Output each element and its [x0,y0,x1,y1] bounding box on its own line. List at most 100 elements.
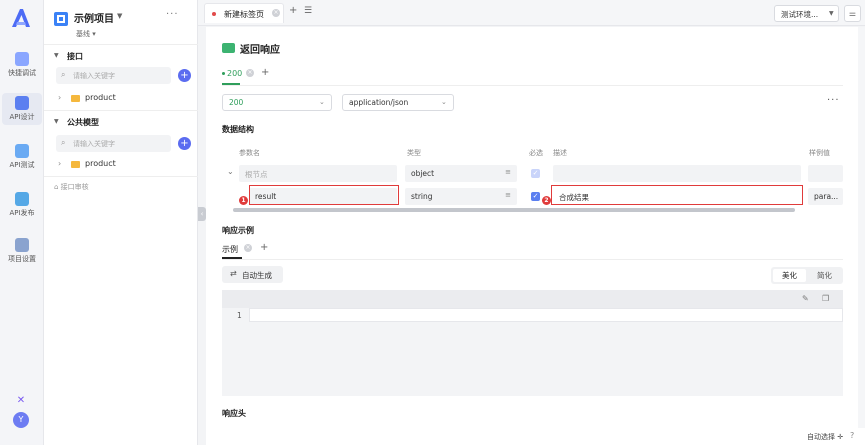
auto-generate-label: 自动生成 [242,271,272,280]
code-editor[interactable]: ✎ ❐ 1 [222,290,843,396]
close-icon[interactable]: × [244,244,252,252]
close-icon[interactable]: × [246,69,254,77]
status-select-value: 200 [229,98,244,107]
rail-api-design[interactable]: API设计 [2,93,42,125]
response-icon [222,43,235,53]
chevron-right-icon[interactable]: › [58,93,61,102]
chevron-down-icon: ⌄ [441,98,447,106]
main-content: 返回响应 200 × + 200 ⌄ application/json ⌄ ··… [206,27,858,445]
line-gutter [222,308,249,396]
divider [44,44,198,45]
collapse-panel-handle[interactable]: ‹ [198,207,206,221]
search-placeholder: 请输入关键字 [73,72,115,80]
chevron-right-icon[interactable]: › [58,159,61,168]
avatar[interactable]: Y [13,412,29,428]
model-search-input[interactable]: ⌕ 请输入关键字 [56,135,171,152]
branch-select[interactable]: 基线 ▾ [76,29,96,39]
param-name-cell[interactable]: 根节点 [239,165,397,182]
add-status-icon[interactable]: + [261,67,269,78]
quick-debug-icon [15,52,29,66]
api-test-icon [15,144,29,158]
app-window: 快捷调试 API设计 API测试 API发布 项目设置 ✕ Y 示例项目 ▼ ·… [0,0,865,445]
rail-project-settings[interactable]: 项目设置 [2,235,42,267]
tab-list-icon[interactable]: ☰ [304,6,312,16]
content-type-select[interactable]: application/json ⌄ [342,94,454,111]
response-header-title: 响应头 [222,409,246,418]
tab-bar: 新建标签页 × + ☰ 测试环境... ▼ ⚌ [198,0,865,26]
rail-api-test[interactable]: API测试 [2,141,42,173]
recycle-label: 接口审核 [60,183,89,191]
search-icon: ⌕ [61,70,66,79]
required-checkbox[interactable]: ✓ [531,169,540,178]
magic-wand-icon[interactable]: ✕ [14,395,28,406]
chevron-down-icon[interactable]: ⌄ [227,167,234,176]
add-example-icon[interactable]: + [260,242,268,253]
rail-label: API测试 [9,161,35,169]
close-icon[interactable]: × [272,9,280,17]
rail-label: API设计 [9,113,35,121]
rail-api-publish[interactable]: API发布 [2,189,42,221]
recycle-bin-link[interactable]: ⌂ 接口审核 [54,182,89,192]
auto-select-button[interactable]: 自动选择 ✛ [807,432,843,442]
divider [222,85,843,86]
more-icon[interactable]: ··· [827,95,840,106]
tab-example[interactable]: 示例 [222,244,238,255]
divider [44,176,198,177]
caret-down-icon[interactable]: ▼ [54,118,59,125]
chevron-down-icon: ▼ [829,10,834,17]
divider [44,110,198,111]
line-number: 1 [237,311,242,320]
project-title[interactable]: 示例项目 [74,10,114,25]
type-edit-icon[interactable]: ≡ [505,168,511,176]
status-code-select[interactable]: 200 ⌄ [222,94,332,111]
param-type-cell[interactable]: string ≡ [405,188,517,205]
add-model-button[interactable]: + [178,137,191,150]
branch-label: 基线 [76,30,90,38]
required-checkbox[interactable]: ✓ [531,192,540,201]
project-icon [54,12,68,26]
response-example-title: 响应示例 [222,226,254,235]
section-interfaces-title: 接口 [67,52,83,61]
highlight-box-name [249,185,399,205]
add-interface-button[interactable]: + [178,69,191,82]
more-icon[interactable]: ··· [166,9,179,20]
rail-label: API发布 [9,209,35,217]
add-tab-icon[interactable]: + [289,5,297,16]
param-type-value: string [411,192,433,201]
copy-icon[interactable]: ❐ [822,294,829,303]
help-icon[interactable]: ? [850,431,854,440]
api-design-icon [15,96,29,110]
search-placeholder: 请输入关键字 [73,140,115,148]
folder-label: product [85,159,116,168]
auto-generate-button[interactable]: ⇄ 自动生成 [222,266,283,283]
editor-line[interactable] [249,308,843,322]
beautify-button[interactable]: 美化 [773,269,806,282]
vertical-scrollbar[interactable] [858,27,865,428]
caret-down-icon[interactable]: ▼ [54,52,59,59]
param-desc-cell[interactable] [553,165,801,182]
folder-icon [71,161,80,168]
param-type-cell[interactable]: object ≡ [405,165,517,182]
horizontal-scrollbar[interactable] [233,208,795,212]
interface-search-input[interactable]: ⌕ 请输入关键字 [56,67,171,84]
editor-toolbar: ✎ ❐ [222,290,843,308]
environment-settings-icon[interactable]: ⚌ [844,5,861,22]
folder-label: product [85,93,116,102]
param-example-cell[interactable]: para... [808,188,843,205]
data-structure-title: 数据结构 [222,125,254,134]
column-header-desc: 描述 [553,149,567,157]
type-edit-icon[interactable]: ≡ [505,191,511,199]
chevron-down-icon[interactable]: ▼ [117,12,122,20]
rail-quick-debug[interactable]: 快捷调试 [2,49,42,81]
edit-icon[interactable]: ✎ [802,294,809,303]
format-toggle: 美化 简化 [771,267,843,284]
content-type-value: application/json [349,98,409,107]
column-header-example: 样例值 [809,149,830,157]
environment-select[interactable]: 测试环境... ▼ [774,5,839,22]
tab-new[interactable]: 新建标签页 × [204,3,284,23]
param-example-cell[interactable] [808,165,843,182]
simplify-button[interactable]: 简化 [808,269,841,282]
param-name-value: 根节点 [245,170,268,179]
tab-status-200[interactable]: 200 [222,69,242,78]
highlight-box-desc [551,185,803,205]
